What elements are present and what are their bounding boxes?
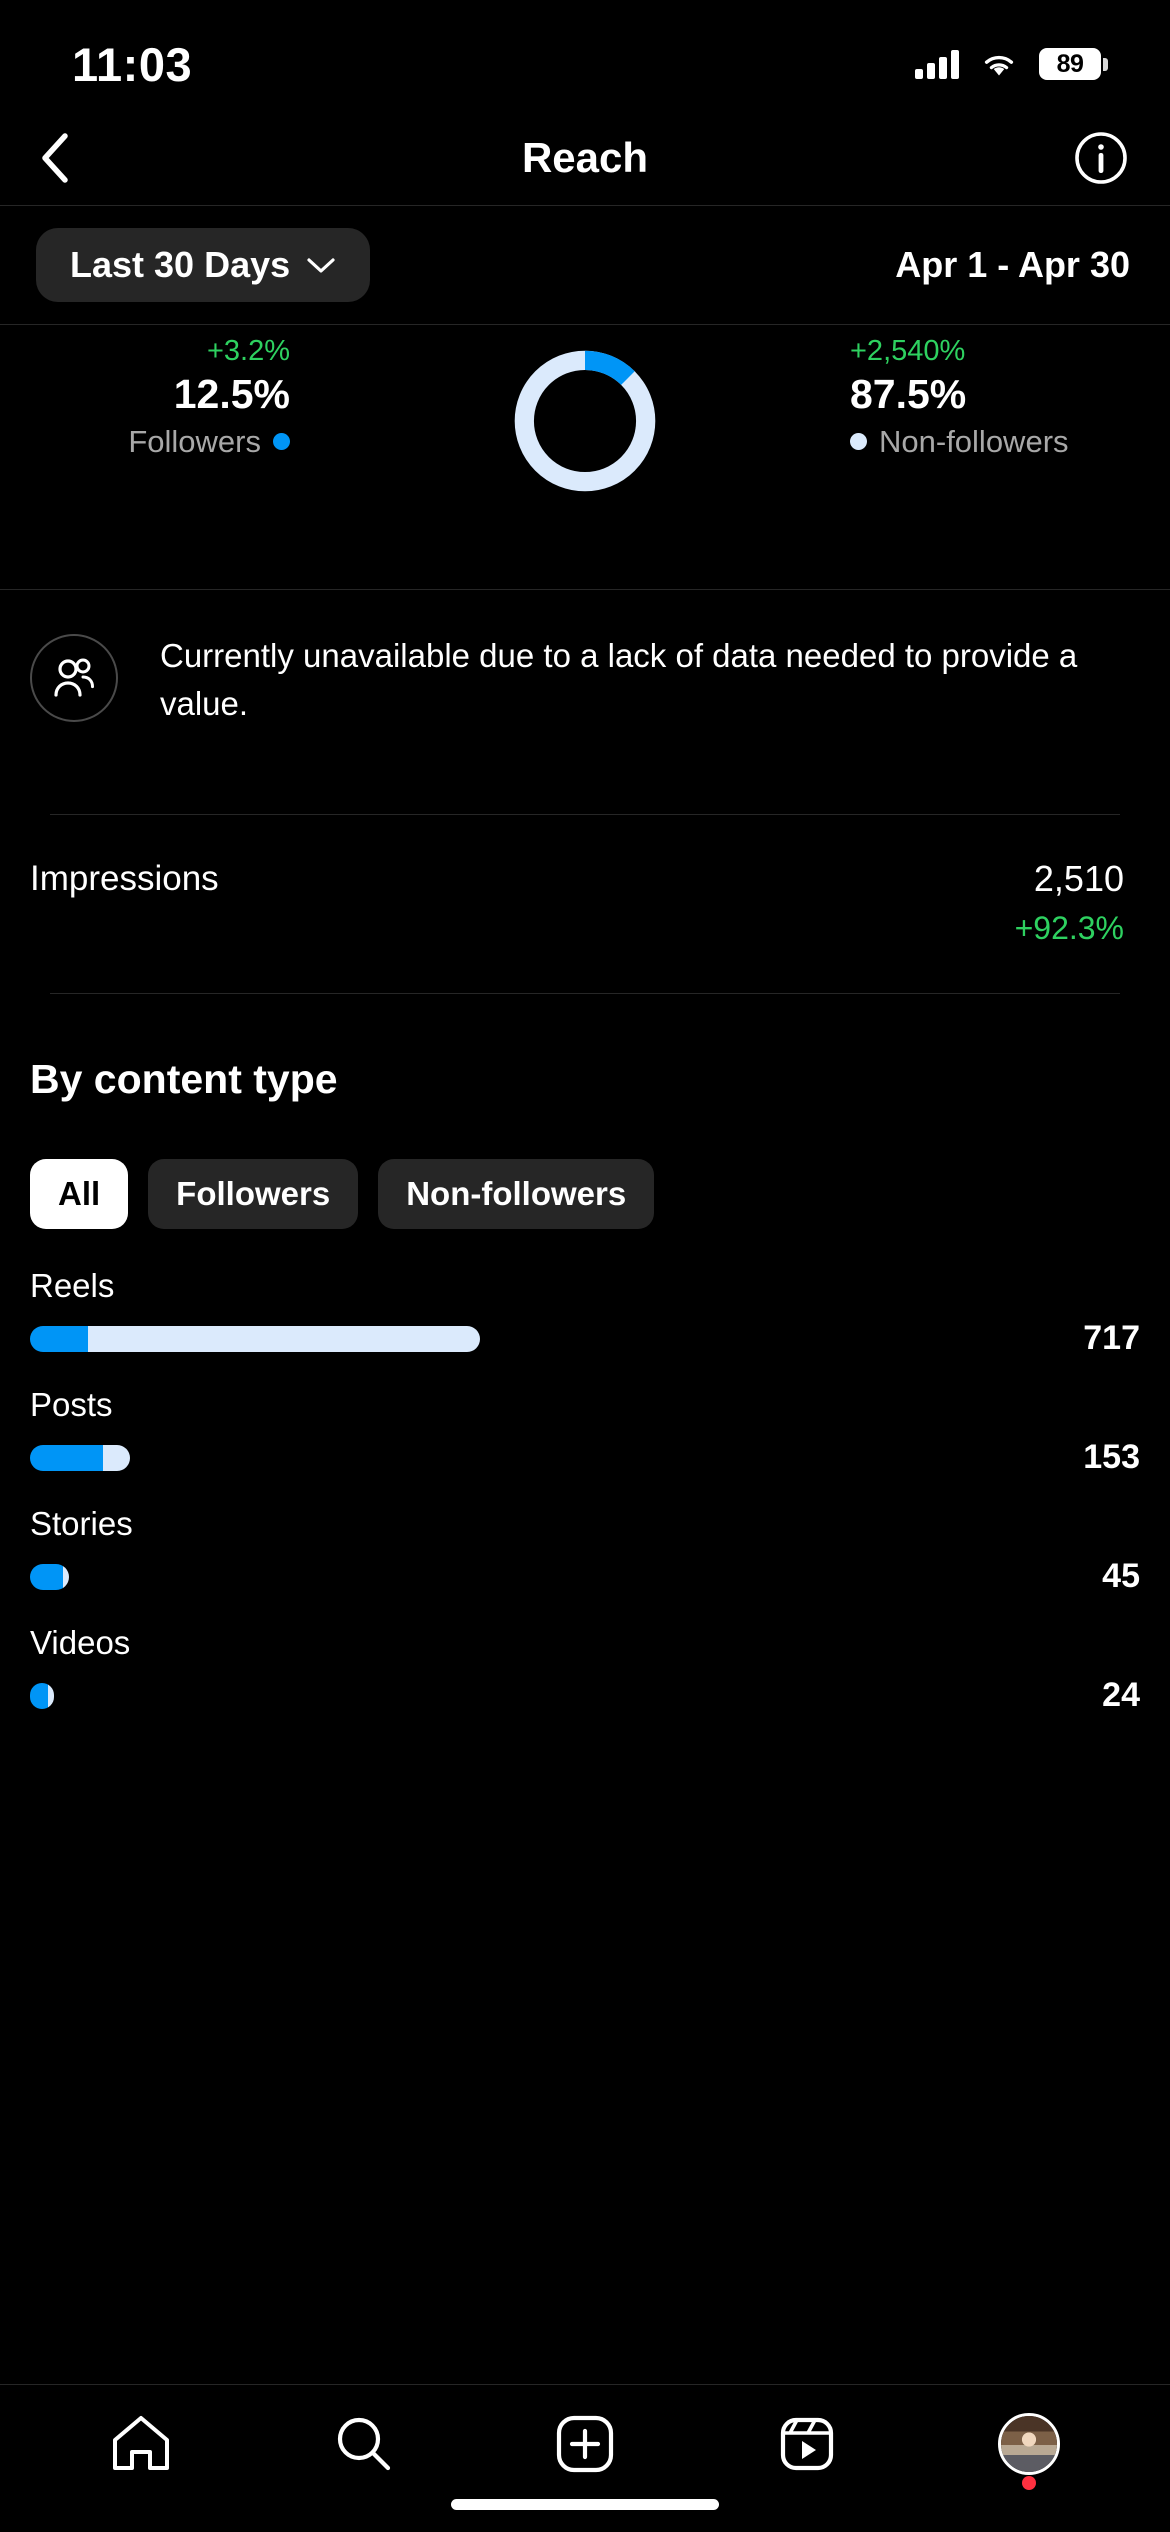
content-type-filter-chips: All Followers Non-followers — [0, 1103, 1170, 1230]
bar-row-reels[interactable]: Reels 717 — [0, 1267, 1170, 1386]
chip-followers[interactable]: Followers — [148, 1159, 359, 1230]
bar-label-videos: Videos — [30, 1624, 131, 1662]
date-filter-bar: Last 30 Days Apr 1 - Apr 30 — [0, 206, 1170, 324]
status-bar-indicators: 89 — [915, 48, 1108, 80]
followers-legend-dot — [273, 432, 290, 450]
date-range-text: Apr 1 - Apr 30 — [895, 244, 1130, 285]
followers-percent: 12.5% — [173, 371, 290, 418]
tab-search[interactable] — [315, 2396, 411, 2492]
bar-track-stories — [30, 1563, 940, 1590]
tab-reels[interactable] — [759, 2396, 855, 2492]
bar-row-stories[interactable]: Stories 45 — [0, 1505, 1170, 1624]
followers-stat: +3.2% 12.5% Followers — [0, 333, 290, 462]
profile-avatar — [998, 2413, 1060, 2475]
tab-home[interactable] — [93, 2396, 189, 2492]
cellular-signal-icon — [915, 49, 959, 79]
bar-segment-followers-videos — [30, 1682, 48, 1709]
bar-label-stories: Stories — [30, 1505, 133, 1543]
page-title: Reach — [521, 133, 649, 181]
bar-segment-non-followers-stories — [63, 1563, 69, 1590]
reels-icon — [780, 2417, 834, 2471]
back-button[interactable] — [22, 125, 88, 191]
impressions-values: 2,510 +92.3% — [1015, 859, 1124, 948]
chip-followers-label: Followers — [176, 1175, 331, 1213]
info-button[interactable] — [1070, 127, 1132, 189]
app-screen: 11:03 89 Reach Last 30 Days Apr 1 - Apr … — [0, 0, 1170, 2532]
bar-segment-non-followers-videos — [48, 1682, 54, 1709]
bar-segment-followers-posts — [30, 1444, 103, 1471]
bar-track-videos — [30, 1682, 940, 1709]
impressions-change: +92.3% — [1014, 910, 1124, 947]
non-followers-legend-dot — [850, 432, 867, 450]
tab-profile[interactable] — [981, 2396, 1077, 2492]
create-plus-icon — [556, 2415, 614, 2473]
bar-track-posts — [30, 1444, 940, 1471]
audience-breakdown-chart: +3.2% 12.5% Followers +2,540% 87.5% Non-… — [0, 325, 1170, 517]
followers-legend: Followers — [0, 421, 290, 463]
date-range-dropdown-label: Last 30 Days — [70, 244, 291, 285]
chip-non-followers-label: Non-followers — [406, 1175, 627, 1213]
status-bar: 11:03 89 — [0, 0, 1170, 110]
bar-row-posts[interactable]: Posts 153 — [0, 1386, 1170, 1505]
bar-value-posts: 153 — [1083, 1438, 1140, 1477]
people-icon — [54, 658, 94, 697]
home-indicator[interactable] — [451, 2499, 719, 2510]
followers-legend-label: Followers — [128, 423, 261, 459]
profile-notification-badge — [1022, 2476, 1036, 2490]
bar-track-reels — [30, 1325, 940, 1352]
chevron-down-icon — [307, 258, 335, 273]
bar-row-videos[interactable]: Videos 24 — [0, 1624, 1170, 1743]
bar-segment-followers-stories — [30, 1563, 63, 1590]
bar-segment-non-followers-posts — [103, 1444, 130, 1471]
home-icon — [113, 2416, 169, 2470]
chip-all[interactable]: All — [30, 1159, 129, 1230]
non-followers-legend: Non-followers — [850, 421, 1170, 463]
date-range-dropdown[interactable]: Last 30 Days — [36, 228, 371, 302]
tab-create[interactable] — [537, 2396, 633, 2492]
search-icon — [337, 2417, 391, 2471]
bar-segment-non-followers-reels — [88, 1325, 480, 1352]
nav-header: Reach — [0, 110, 1170, 205]
non-followers-percent: 87.5% — [850, 371, 967, 418]
status-bar-clock: 11:03 — [72, 37, 193, 91]
chevron-left-icon — [42, 132, 68, 183]
non-followers-change: +2,540% — [850, 335, 966, 367]
bar-value-videos: 24 — [1102, 1676, 1140, 1715]
impressions-row[interactable]: Impressions 2,510 +92.3% — [0, 815, 1170, 994]
bottom-tab-bar — [0, 2384, 1170, 2532]
bar-value-stories: 45 — [1102, 1557, 1140, 1596]
impressions-label: Impressions — [30, 858, 219, 898]
unavailable-message: Currently unavailable due to a lack of d… — [160, 637, 1078, 722]
chip-all-label: All — [58, 1175, 101, 1213]
wifi-icon — [979, 49, 1019, 79]
info-circle-icon — [1075, 131, 1127, 184]
content-type-bars: Reels 717 Posts 153 Stories 45 Videos 24 — [0, 1229, 1170, 1743]
donut-chart — [511, 347, 659, 495]
battery-icon: 89 — [1039, 48, 1108, 80]
chip-non-followers[interactable]: Non-followers — [378, 1159, 655, 1230]
followers-change: +3.2% — [206, 335, 290, 367]
impressions-value: 2,510 — [1033, 857, 1124, 899]
bar-value-reels: 717 — [1083, 1319, 1140, 1358]
bar-label-reels: Reels — [30, 1267, 115, 1305]
non-followers-legend-label: Non-followers — [879, 423, 1069, 459]
non-followers-stat: +2,540% 87.5% Non-followers — [850, 333, 1170, 462]
donut-chart-svg — [514, 350, 656, 492]
people-icon-circle — [30, 634, 118, 722]
bar-segment-followers-reels — [30, 1325, 88, 1352]
by-content-type-title: By content type — [30, 1056, 338, 1103]
battery-level: 89 — [1056, 49, 1084, 78]
bar-label-posts: Posts — [30, 1386, 113, 1424]
unavailable-notice: Currently unavailable due to a lack of d… — [0, 590, 1170, 728]
